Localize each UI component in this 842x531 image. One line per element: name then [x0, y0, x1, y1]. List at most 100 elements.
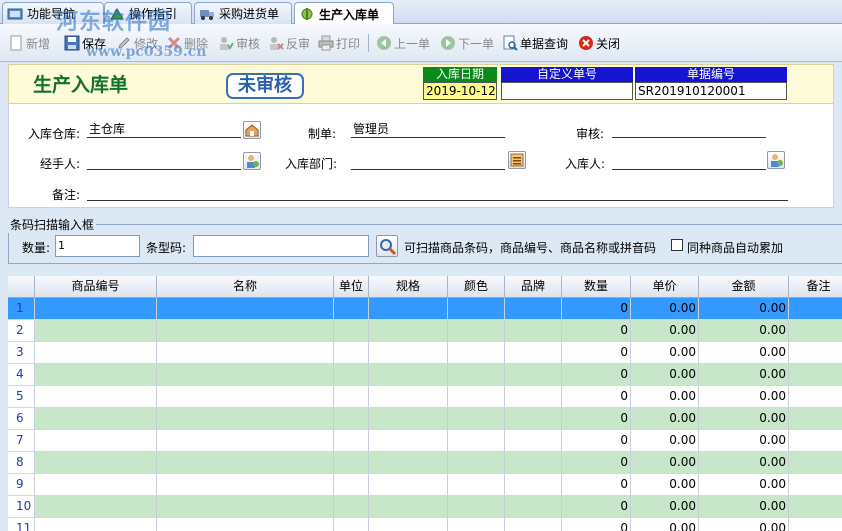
cell-remark[interactable] — [789, 452, 842, 474]
cell-spec[interactable] — [369, 452, 448, 474]
cell-rownum[interactable]: 4 — [8, 364, 35, 386]
cell-unit[interactable] — [334, 386, 369, 408]
table-row[interactable]: 8 0 0.00 0.00 — [8, 452, 842, 474]
cell-spec[interactable] — [369, 386, 448, 408]
cell-code[interactable] — [35, 342, 157, 364]
cell-color[interactable] — [448, 474, 505, 496]
cell-color[interactable] — [448, 430, 505, 452]
cell-color[interactable] — [448, 408, 505, 430]
cell-color[interactable] — [448, 364, 505, 386]
cell-rownum[interactable]: 6 — [8, 408, 35, 430]
cell-code[interactable] — [35, 474, 157, 496]
cell-color[interactable] — [448, 518, 505, 531]
cell-unit[interactable] — [334, 408, 369, 430]
cell-brand[interactable] — [505, 320, 562, 342]
unaudit-button[interactable]: 反审 — [268, 34, 310, 52]
cell-unit[interactable] — [334, 430, 369, 452]
cell-code[interactable] — [35, 408, 157, 430]
col-header-color[interactable]: 颜色 — [448, 276, 505, 298]
cell-rownum[interactable]: 2 — [8, 320, 35, 342]
col-header-brand[interactable]: 品牌 — [505, 276, 562, 298]
cell-amount[interactable]: 0.00 — [699, 364, 789, 386]
receiver-picker-button[interactable] — [767, 151, 785, 169]
cell-amount[interactable]: 0.00 — [699, 408, 789, 430]
cell-amount[interactable]: 0.00 — [699, 342, 789, 364]
cell-price[interactable]: 0.00 — [631, 496, 699, 518]
cell-rownum[interactable]: 10 — [8, 496, 35, 518]
maker-field[interactable]: 管理员 — [351, 122, 505, 138]
handler-picker-button[interactable] — [243, 152, 261, 170]
cell-name[interactable] — [157, 474, 334, 496]
cell-price[interactable]: 0.00 — [631, 364, 699, 386]
cell-code[interactable] — [35, 430, 157, 452]
cell-brand[interactable] — [505, 342, 562, 364]
table-row[interactable]: 10 0 0.00 0.00 — [8, 496, 842, 518]
cell-name[interactable] — [157, 518, 334, 531]
cell-spec[interactable] — [369, 430, 448, 452]
cell-name[interactable] — [157, 386, 334, 408]
cell-unit[interactable] — [334, 342, 369, 364]
close-button[interactable]: 关闭 — [578, 34, 620, 52]
warehouse-picker-button[interactable] — [243, 121, 261, 139]
cell-qty[interactable]: 0 — [562, 386, 631, 408]
cell-color[interactable] — [448, 298, 505, 320]
cell-name[interactable] — [157, 342, 334, 364]
cell-qty[interactable]: 0 — [562, 320, 631, 342]
cell-qty[interactable]: 0 — [562, 496, 631, 518]
cell-brand[interactable] — [505, 430, 562, 452]
cell-amount[interactable]: 0.00 — [699, 320, 789, 342]
cell-unit[interactable] — [334, 496, 369, 518]
table-row[interactable]: 9 0 0.00 0.00 — [8, 474, 842, 496]
cell-spec[interactable] — [369, 298, 448, 320]
cell-code[interactable] — [35, 386, 157, 408]
cell-qty[interactable]: 0 — [562, 474, 631, 496]
cell-brand[interactable] — [505, 298, 562, 320]
cell-unit[interactable] — [334, 364, 369, 386]
cell-spec[interactable] — [369, 364, 448, 386]
cell-rownum[interactable]: 11 — [8, 518, 35, 531]
cell-code[interactable] — [35, 298, 157, 320]
entry-date-input[interactable]: 2019-10-12 — [423, 82, 497, 100]
cell-remark[interactable] — [789, 496, 842, 518]
table-row[interactable]: 2 0 0.00 0.00 — [8, 320, 842, 342]
cell-unit[interactable] — [334, 452, 369, 474]
cell-rownum[interactable]: 3 — [8, 342, 35, 364]
cell-color[interactable] — [448, 342, 505, 364]
print-button[interactable]: 打印 — [318, 34, 360, 52]
cell-price[interactable]: 0.00 — [631, 408, 699, 430]
cell-code[interactable] — [35, 320, 157, 342]
cell-price[interactable]: 0.00 — [631, 386, 699, 408]
cell-remark[interactable] — [789, 298, 842, 320]
cell-amount[interactable]: 0.00 — [699, 452, 789, 474]
auto-add-checkbox[interactable] — [671, 239, 683, 251]
cell-unit[interactable] — [334, 320, 369, 342]
cell-price[interactable]: 0.00 — [631, 298, 699, 320]
col-header-unit[interactable]: 单位 — [334, 276, 369, 298]
warehouse-field[interactable]: 主仓库 — [87, 122, 241, 138]
handler-field[interactable] — [87, 154, 241, 170]
cell-unit[interactable] — [334, 298, 369, 320]
cell-brand[interactable] — [505, 452, 562, 474]
cell-color[interactable] — [448, 386, 505, 408]
cell-qty[interactable]: 0 — [562, 518, 631, 531]
auditor-field[interactable] — [612, 122, 766, 138]
cell-price[interactable]: 0.00 — [631, 452, 699, 474]
cell-qty[interactable]: 0 — [562, 298, 631, 320]
barcode-search-button[interactable] — [376, 235, 398, 257]
tab-purchase-order[interactable]: 采购进货单 — [194, 2, 292, 24]
table-row[interactable]: 5 0 0.00 0.00 — [8, 386, 842, 408]
cell-amount[interactable]: 0.00 — [699, 386, 789, 408]
cell-amount[interactable]: 0.00 — [699, 474, 789, 496]
cell-remark[interactable] — [789, 474, 842, 496]
cell-rownum[interactable]: 9 — [8, 474, 35, 496]
cell-price[interactable]: 0.00 — [631, 518, 699, 531]
cell-code[interactable] — [35, 518, 157, 531]
cell-qty[interactable]: 0 — [562, 364, 631, 386]
cell-qty[interactable]: 0 — [562, 430, 631, 452]
cell-brand[interactable] — [505, 408, 562, 430]
dept-field[interactable] — [351, 154, 505, 170]
cell-name[interactable] — [157, 408, 334, 430]
cell-rownum[interactable]: 7 — [8, 430, 35, 452]
barcode-input[interactable] — [193, 235, 369, 257]
col-header-qty[interactable]: 数量 — [562, 276, 631, 298]
